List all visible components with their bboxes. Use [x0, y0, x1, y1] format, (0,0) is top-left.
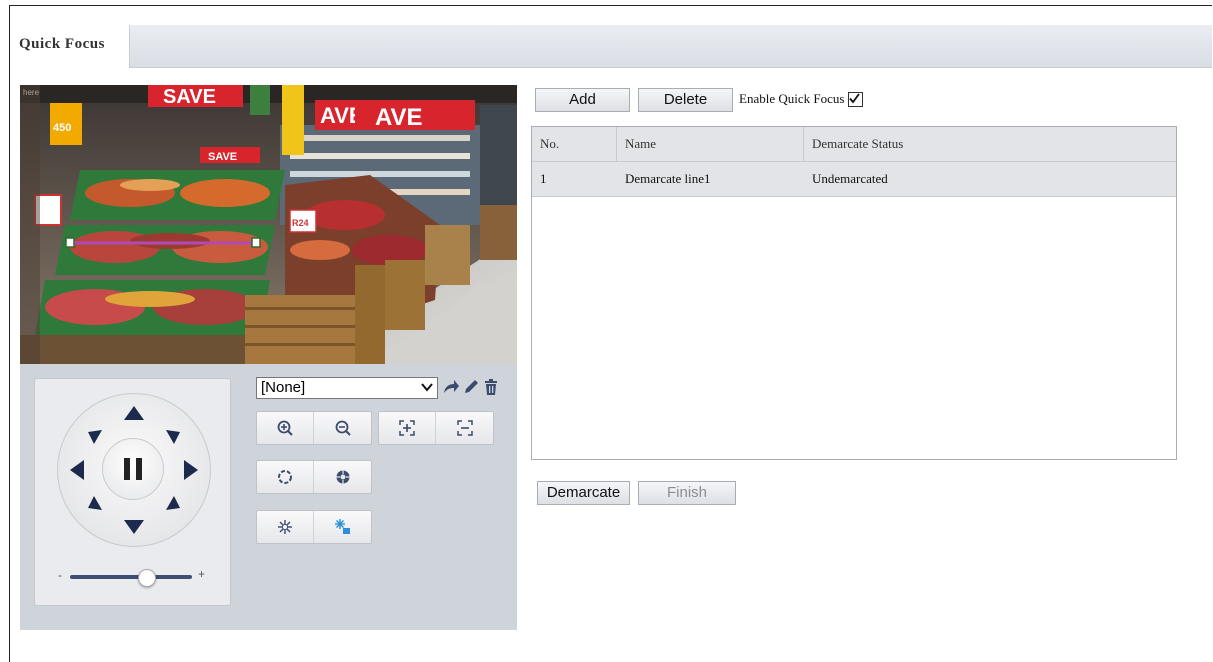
- preset-select[interactable]: [None]: [256, 377, 438, 399]
- tab-quick-focus[interactable]: Quick Focus: [10, 25, 130, 68]
- goto-preset-icon[interactable]: [442, 377, 460, 397]
- tab-bar: Quick Focus: [10, 25, 1212, 68]
- arrow-up-icon[interactable]: [124, 406, 144, 420]
- focus-button-group: [378, 411, 494, 445]
- focus-near-button[interactable]: [379, 412, 436, 444]
- light-button[interactable]: [257, 511, 314, 543]
- zoom-in-icon: [277, 420, 293, 436]
- delete-button[interactable]: Delete: [638, 88, 733, 112]
- zoom-button-group: [256, 411, 372, 445]
- preset-selected-value: [None]: [261, 379, 306, 396]
- enable-quick-focus-checkbox[interactable]: [848, 91, 864, 107]
- arrow-down-left-icon[interactable]: [88, 496, 102, 510]
- arrow-up-left-icon[interactable]: [88, 430, 102, 444]
- cell-name: Demarcate line1: [625, 171, 711, 186]
- speed-knob[interactable]: [137, 569, 156, 587]
- arrow-up-right-icon[interactable]: [166, 430, 180, 444]
- arrow-down-right-icon[interactable]: [166, 496, 180, 510]
- focus-far-icon: [456, 420, 473, 436]
- cell-no: 1: [540, 171, 547, 186]
- table-header: No. Name Demarcate Status: [532, 127, 1176, 162]
- speed-min-label: -: [58, 568, 62, 582]
- iris-button-group: [256, 460, 372, 494]
- checkmark-icon: [849, 92, 861, 103]
- arrow-left-icon[interactable]: [70, 460, 84, 480]
- sign-450: 450: [53, 122, 71, 134]
- zoom-out-icon: [335, 420, 351, 436]
- demarcate-table: No. Name Demarcate Status 1 Demarcate li…: [531, 126, 1177, 460]
- live-video[interactable]: SAVE AVE AVE SAVE 450 here: [20, 85, 517, 364]
- speed-max-label: +: [198, 567, 206, 581]
- speed-track[interactable]: [70, 575, 192, 579]
- sign-save-1: SAVE: [163, 86, 216, 108]
- column-header-no: No.: [532, 127, 617, 161]
- table-row[interactable]: 1 Demarcate line1 Undemarcated: [532, 162, 1176, 197]
- column-header-status: Demarcate Status: [812, 136, 904, 151]
- direction-pad: [57, 393, 211, 547]
- light-button-group: [256, 510, 372, 544]
- demarcate-button[interactable]: Demarcate: [537, 481, 630, 505]
- pause-icon: [124, 458, 130, 480]
- iris-open-button[interactable]: [257, 461, 314, 493]
- speed-slider[interactable]: - +: [58, 567, 208, 587]
- arrow-down-icon[interactable]: [124, 520, 144, 534]
- sign-save-2: SAVE: [208, 151, 237, 163]
- light-icon: [278, 520, 292, 534]
- wiper-icon: [334, 519, 350, 534]
- trash-icon[interactable]: [482, 377, 500, 397]
- edit-pencil-icon[interactable]: [462, 377, 480, 397]
- chevron-down-icon: [421, 383, 433, 392]
- iris-close-button[interactable]: [314, 461, 371, 493]
- cell-status: Undemarcated: [812, 171, 888, 186]
- focus-far-button[interactable]: [436, 412, 493, 444]
- direction-panel: - +: [34, 378, 231, 606]
- zoom-in-button[interactable]: [257, 412, 314, 444]
- main-frame: Quick Focus SAVE AVE AVE SAVE 450 R24 - …: [9, 5, 1212, 662]
- content-area: SAVE AVE AVE SAVE 450 here: [10, 68, 1212, 662]
- ptz-panel: - + [None]: [20, 364, 517, 630]
- focus-near-icon: [399, 420, 415, 436]
- iris-close-icon: [335, 470, 350, 484]
- enable-quick-focus: Enable Quick Focus: [739, 91, 864, 107]
- sign-ave-2: AVE: [375, 104, 423, 131]
- finish-button[interactable]: Finish: [638, 481, 736, 505]
- pause-icon-bar: [136, 458, 142, 480]
- column-header-name: Name: [617, 127, 804, 161]
- pause-button[interactable]: [102, 438, 164, 500]
- enable-quick-focus-label: Enable Quick Focus: [739, 91, 845, 106]
- arrow-right-icon[interactable]: [184, 460, 198, 480]
- wiper-button[interactable]: [314, 511, 371, 543]
- sign-r24: R24: [292, 218, 309, 228]
- zoom-out-button[interactable]: [314, 412, 371, 444]
- add-button[interactable]: Add: [535, 88, 630, 112]
- iris-open-icon: [278, 470, 292, 484]
